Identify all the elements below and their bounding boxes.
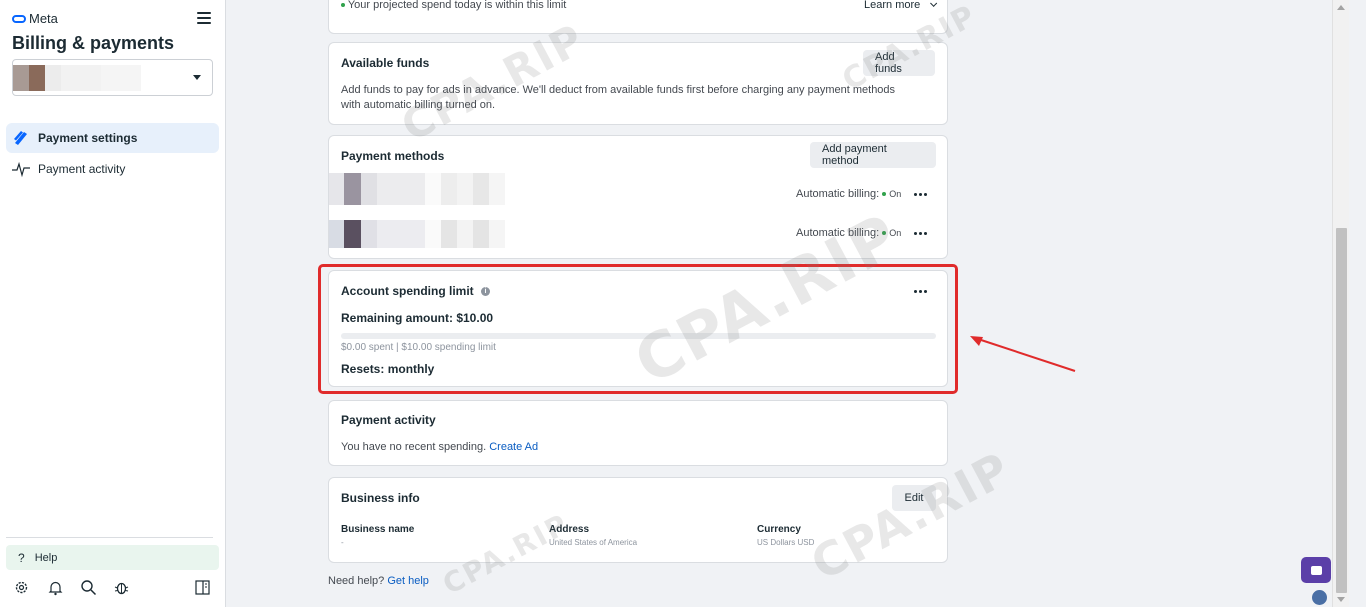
status-dot-icon [341, 3, 345, 8]
available-funds-card: Available funds Add funds Add funds to p… [328, 42, 948, 125]
payment-method-redacted [329, 173, 505, 205]
bug-icon[interactable] [113, 579, 130, 596]
sidebar: Meta Billing & payments Payment settings… [0, 0, 226, 607]
activity-pulse-icon [12, 160, 30, 178]
payment-method-redacted [329, 220, 505, 248]
sidebar-toolbar [13, 579, 213, 597]
account-avatar-redacted [13, 64, 141, 91]
brand-label: Meta [29, 11, 58, 26]
need-help-text: Need help? [328, 575, 385, 587]
scrollbar[interactable] [1332, 0, 1349, 607]
annotation-arrow-icon [970, 336, 1076, 372]
chat-button[interactable] [1301, 557, 1331, 583]
bell-icon[interactable] [47, 579, 64, 596]
add-payment-method-button[interactable]: Add payment method [810, 142, 936, 168]
menu-icon[interactable] [197, 12, 211, 24]
help-footer: Need help? Get help [328, 575, 429, 587]
sidebar-item-label: Payment activity [38, 162, 126, 176]
meta-logo-icon [12, 14, 26, 23]
business-field: Business name - [341, 524, 414, 547]
payment-methods-card: Payment methods Add payment method Autom… [328, 135, 948, 259]
billing-label: Automatic billing: [796, 227, 880, 239]
billing-status: On [889, 189, 902, 199]
chat-icon [1310, 565, 1322, 575]
payment-activity-text: You have no recent spending. Create Ad [341, 440, 538, 455]
payment-activity-card: Payment activity You have no recent spen… [328, 400, 948, 466]
gear-icon[interactable] [13, 579, 30, 596]
search-icon[interactable] [80, 579, 97, 596]
add-funds-button[interactable]: Add funds [863, 50, 935, 76]
sidebar-item-payment-settings[interactable]: Payment settings [6, 123, 219, 153]
payment-settings-icon [12, 129, 30, 147]
question-icon: ? [18, 550, 25, 565]
field-value: - [341, 538, 344, 547]
business-field: Currency US Dollars USD [757, 524, 814, 547]
sidebar-item-payment-activity[interactable]: Payment activity [6, 154, 219, 184]
status-dot-icon [882, 231, 887, 236]
card-title: Payment methods [341, 149, 445, 163]
card-title: Available funds [341, 56, 430, 70]
payment-method-billing-status: Automatic billing: On [796, 227, 901, 239]
meta-brand[interactable]: Meta [12, 11, 58, 26]
spend-summary-card: Your projected spend today is within thi… [328, 0, 948, 34]
get-help-link[interactable]: Get help [387, 575, 429, 587]
help-label: Help [34, 551, 58, 564]
no-spending-text: You have no recent spending. [341, 441, 487, 453]
scroll-down-icon[interactable] [1337, 597, 1345, 602]
edit-button[interactable]: Edit [892, 485, 936, 511]
panel-toggle-icon[interactable] [194, 579, 211, 596]
billing-label: Automatic billing: [796, 188, 880, 200]
projected-spend-note: Your projected spend today is within thi… [341, 0, 566, 11]
field-label: Business name [341, 524, 415, 535]
create-ad-link[interactable]: Create Ad [489, 441, 538, 453]
chevron-down-icon [930, 0, 938, 7]
billing-status: On [889, 228, 902, 238]
card-title: Business info [341, 491, 420, 505]
learn-more-label: Learn more [864, 0, 921, 11]
help-button[interactable]: ? Help [6, 545, 219, 570]
scrollbar-thumb[interactable] [1336, 228, 1347, 593]
business-info-card: Business info Edit Business name - Addre… [328, 477, 948, 563]
card-title: Payment activity [341, 413, 436, 427]
field-label: Currency [757, 524, 801, 535]
learn-more-link[interactable]: Learn more [864, 0, 938, 11]
payment-method-billing-status: Automatic billing: On [796, 188, 901, 200]
projected-spend-text: Your projected spend today is within thi… [347, 0, 567, 11]
globe-icon[interactable] [1312, 590, 1327, 605]
available-funds-description: Add funds to pay for ads in advance. We'… [341, 84, 896, 111]
account-selector[interactable] [12, 59, 213, 96]
field-label: Address [549, 524, 590, 535]
page-title: Billing & payments [12, 33, 175, 53]
field-value: United States of America [549, 538, 638, 547]
field-value: US Dollars USD [757, 538, 815, 547]
highlight-frame [318, 264, 958, 394]
chevron-down-icon [193, 75, 201, 80]
sidebar-item-label: Payment settings [38, 131, 138, 145]
scroll-up-icon[interactable] [1337, 5, 1345, 10]
divider [6, 537, 213, 538]
more-options-icon[interactable] [912, 228, 928, 238]
more-options-icon[interactable] [912, 189, 928, 199]
status-dot-icon [882, 192, 887, 197]
business-field: Address United States of America [549, 524, 637, 547]
